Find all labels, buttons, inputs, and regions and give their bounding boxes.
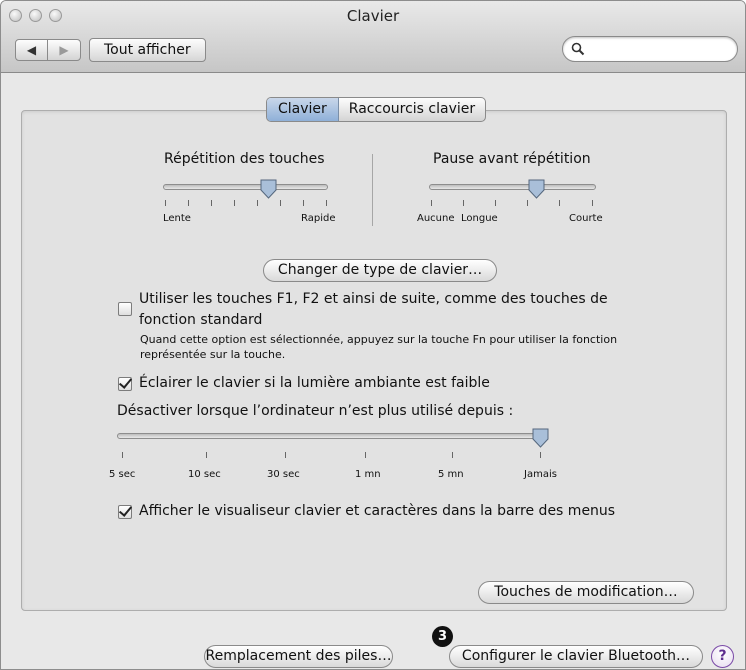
turn-off-tick-label: Jamais (524, 469, 557, 480)
tick (463, 200, 464, 206)
tick (211, 200, 212, 206)
title-toolbar: Clavier ◀ ▶ Tout afficher (1, 1, 745, 73)
tick (431, 200, 432, 206)
modifier-keys-button[interactable]: Touches de modification… (478, 581, 694, 604)
tick (326, 200, 327, 206)
tick (280, 200, 281, 206)
delay-mid-label: Longue (461, 213, 498, 224)
delay-min-label: Aucune (417, 213, 455, 224)
tick (122, 452, 123, 458)
tick (495, 200, 496, 206)
key-repeat-slider-track[interactable] (163, 184, 328, 190)
replace-batteries-button[interactable]: Remplacement des piles… (204, 645, 393, 668)
keyboard-preferences-window: Clavier ◀ ▶ Tout afficher Clavier Raccou… (0, 0, 746, 670)
configure-bluetooth-keyboard-button[interactable]: Configurer le clavier Bluetooth… (449, 645, 703, 668)
tick (540, 452, 541, 458)
tab-raccourcis-clavier[interactable]: Raccourcis clavier (339, 98, 485, 121)
back-button[interactable]: ◀ (16, 40, 49, 60)
key-repeat-slider-thumb[interactable] (260, 179, 277, 199)
show-keyboard-viewer-label: Afficher le visualiseur clavier et carac… (139, 503, 616, 519)
key-repeat-title: Répétition des touches (164, 151, 325, 167)
key-repeat-max-label: Rapide (301, 213, 336, 224)
forward-arrow-icon: ▶ (59, 43, 69, 57)
slider-divider (372, 154, 373, 226)
tick (257, 200, 258, 206)
illuminate-keyboard-checkbox[interactable] (118, 377, 132, 391)
turn-off-tick-label: 1 mn (355, 469, 381, 480)
fn-keys-note: Quand cette option est sélectionnée, app… (140, 333, 618, 361)
tick (559, 200, 560, 206)
fn-keys-label-line1: Utiliser les touches F1, F2 et ainsi de … (139, 291, 608, 307)
fn-keys-checkbox[interactable] (118, 302, 132, 316)
change-keyboard-type-button[interactable]: Changer de type de clavier… (263, 259, 497, 282)
window-title: Clavier (346, 7, 400, 25)
turn-off-slider-thumb[interactable] (532, 428, 549, 448)
tick (206, 452, 207, 458)
fn-keys-label-line2: fonction standard (139, 312, 263, 328)
tab-bar: Clavier Raccourcis clavier (266, 97, 487, 122)
tick (592, 200, 593, 206)
search-field[interactable] (562, 36, 738, 62)
illuminate-keyboard-label: Éclairer le clavier si la lumière ambian… (139, 375, 490, 391)
callout-number-badge: 3 (432, 626, 453, 647)
help-icon: ? (718, 648, 727, 664)
tick (527, 200, 528, 206)
search-icon (571, 42, 585, 56)
delay-max-label: Courte (569, 213, 603, 224)
turn-off-tick-label: 30 sec (267, 469, 300, 480)
turn-off-title: Désactiver lorsque l’ordinateur n’est pl… (117, 403, 514, 419)
back-arrow-icon: ◀ (26, 43, 37, 57)
delay-until-repeat-slider-thumb[interactable] (528, 179, 545, 199)
tick (365, 452, 366, 458)
tick (165, 200, 166, 206)
tick (188, 200, 189, 206)
tick (452, 452, 453, 458)
delay-until-repeat-title: Pause avant répétition (433, 151, 591, 167)
tick (303, 200, 304, 206)
tab-clavier[interactable]: Clavier (267, 98, 339, 121)
key-repeat-min-label: Lente (163, 213, 191, 224)
turn-off-tick-label: 5 sec (109, 469, 136, 480)
forward-button[interactable]: ▶ (48, 40, 80, 60)
search-input[interactable] (589, 40, 729, 58)
turn-off-slider-track[interactable] (117, 433, 547, 439)
turn-off-tick-label: 10 sec (188, 469, 221, 480)
delay-until-repeat-slider-track[interactable] (429, 184, 596, 190)
help-button[interactable]: ? (711, 645, 734, 668)
show-all-button[interactable]: Tout afficher (89, 38, 206, 62)
history-navigation: ◀ ▶ (15, 39, 81, 61)
turn-off-tick-label: 5 mn (438, 469, 464, 480)
tick (285, 452, 286, 458)
tick (234, 200, 235, 206)
show-keyboard-viewer-checkbox[interactable] (118, 505, 132, 519)
